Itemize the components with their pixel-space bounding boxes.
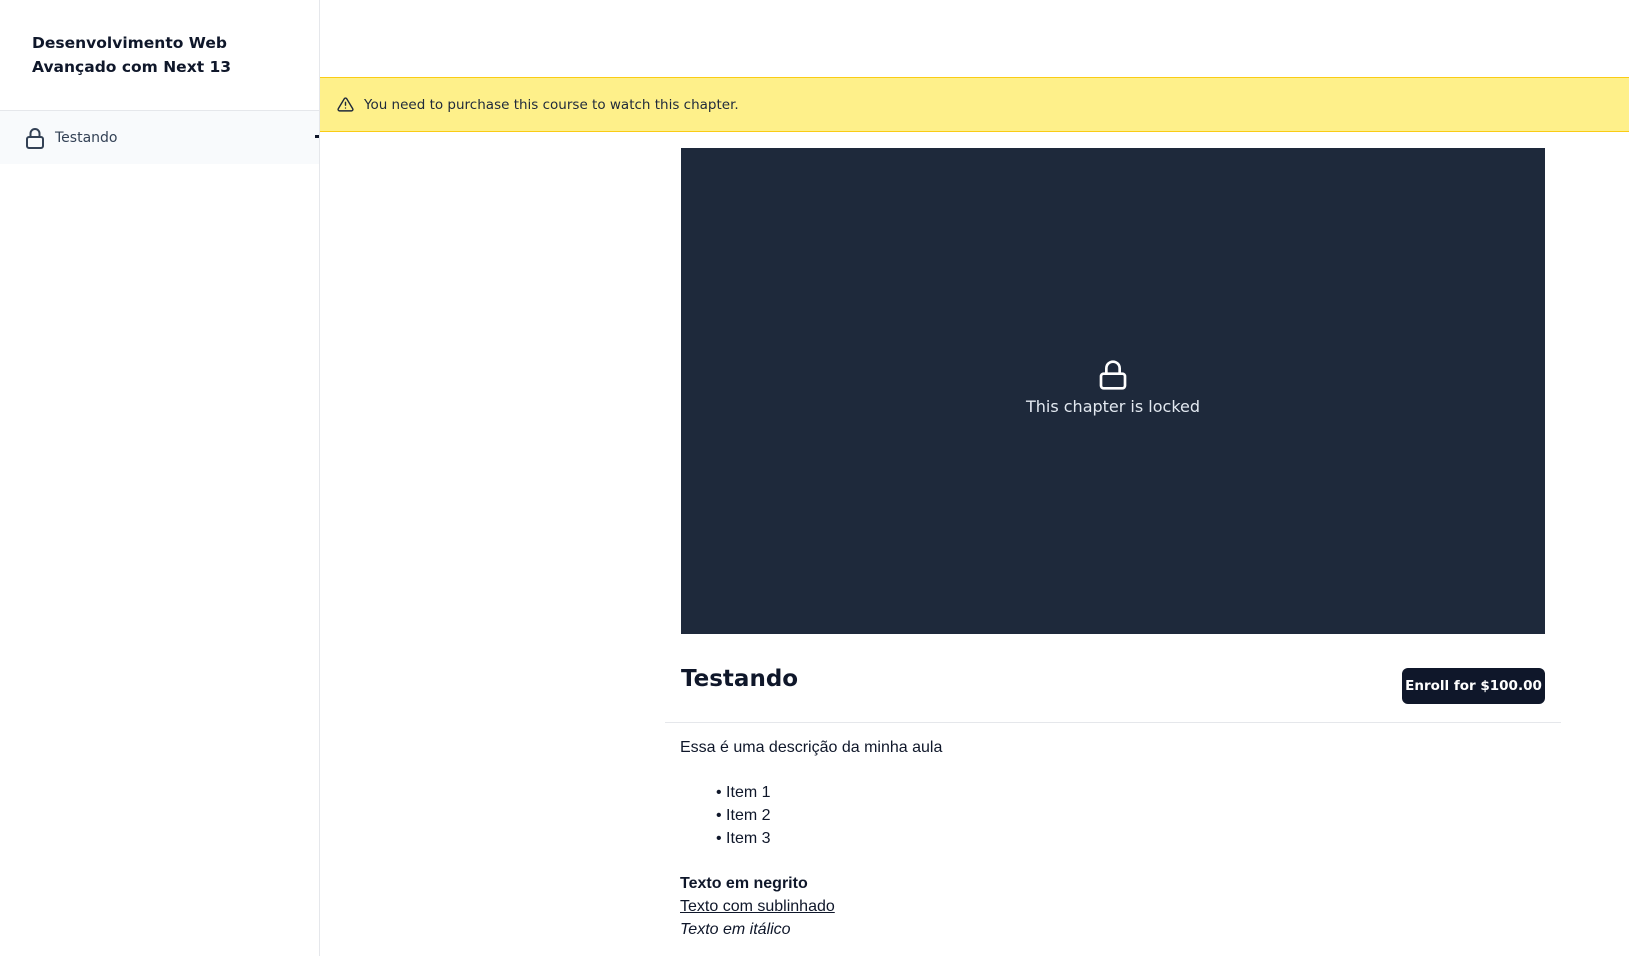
list-item: Item 1 xyxy=(716,781,1540,804)
chapter-description: Essa é uma descrição da minha aula Item … xyxy=(680,736,1540,941)
course-sidebar: Desenvolvimento Web Avançado com Next 13… xyxy=(0,0,320,956)
list-item: Item 3 xyxy=(716,827,1540,850)
sidebar-header: Desenvolvimento Web Avançado com Next 13 xyxy=(0,0,319,111)
purchase-warning-banner: You need to purchase this course to watc… xyxy=(320,77,1629,132)
course-title: Desenvolvimento Web Avançado com Next 13 xyxy=(32,34,232,76)
description-list: Item 1 Item 2 Item 3 xyxy=(716,781,1540,850)
chapter-title: Testando xyxy=(681,666,799,692)
bold-text: Texto em negrito xyxy=(680,875,808,892)
divider xyxy=(665,722,1561,723)
app-root: Desenvolvimento Web Avançado com Next 13… xyxy=(0,0,1629,956)
banner-text: You need to purchase this course to watc… xyxy=(364,96,739,113)
locked-message: This chapter is locked xyxy=(1025,396,1201,416)
lock-icon xyxy=(25,127,45,149)
sidebar-item-testando[interactable]: Testando xyxy=(0,111,319,164)
enroll-button[interactable]: Enroll for $100.00 xyxy=(1402,668,1545,704)
description-intro: Essa é uma descrição da minha aula xyxy=(680,739,943,756)
alert-triangle-icon xyxy=(337,96,354,113)
underline-text: Texto com sublinhado xyxy=(680,898,835,915)
active-indicator xyxy=(315,135,319,138)
list-item: Item 2 xyxy=(716,804,1540,827)
sidebar-item-label: Testando xyxy=(55,129,118,146)
locked-video-player: This chapter is locked xyxy=(681,148,1545,634)
italic-text: Texto em itálico xyxy=(680,921,791,938)
lock-icon xyxy=(1097,359,1129,391)
